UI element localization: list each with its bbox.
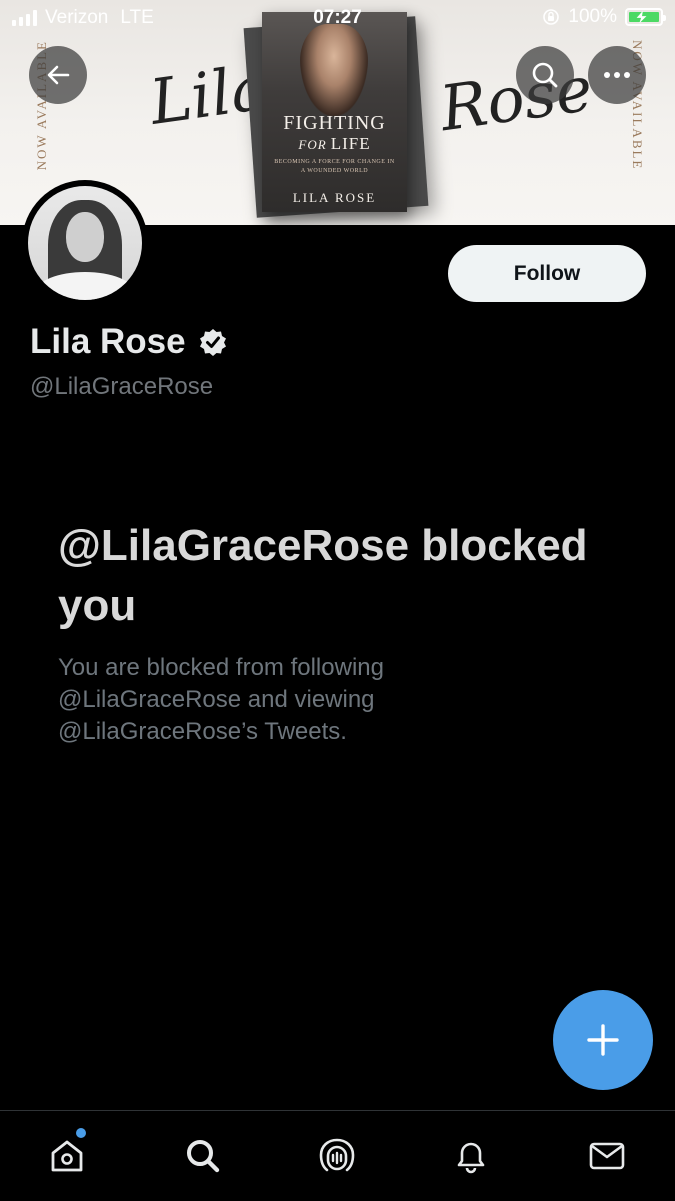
home-icon (51, 1140, 83, 1172)
profile-name: Lila Rose (30, 322, 186, 361)
verified-badge-icon (199, 329, 226, 356)
more-options-button[interactable] (588, 46, 646, 104)
tab-messages[interactable] (584, 1133, 630, 1179)
follow-button[interactable]: Follow (448, 245, 646, 302)
bottom-tab-bar (0, 1110, 675, 1201)
book-subtitle: FOR LIFE (262, 134, 407, 154)
plus-icon (587, 1024, 619, 1056)
blocked-description: You are blocked from following @LilaGrac… (58, 654, 384, 745)
spaces-icon (319, 1138, 355, 1172)
book-title: FIGHTING (283, 112, 386, 134)
tab-home[interactable] (44, 1133, 90, 1179)
compose-tweet-button[interactable] (553, 990, 653, 1090)
tab-notifications[interactable] (448, 1133, 494, 1179)
tab-search[interactable] (180, 1133, 226, 1179)
home-notification-dot (76, 1128, 86, 1138)
book-cover-photo (300, 24, 368, 116)
blocked-title: @LilaGraceRose blocked you (58, 521, 588, 630)
battery-percent: 100% (568, 6, 617, 27)
profile-avatar[interactable] (22, 180, 148, 306)
orientation-lock-icon (543, 9, 560, 25)
profile-handle: @LilaGraceRose (30, 373, 214, 400)
tab-spaces[interactable] (314, 1133, 360, 1179)
profile-name-row: Lila Rose (30, 322, 228, 362)
search-icon (187, 1140, 220, 1173)
book-author: LILA ROSE (292, 190, 377, 205)
status-bar: Verizon LTE 07:27 100% (0, 0, 675, 36)
book-title-life: LIFE (330, 134, 371, 153)
more-icon (604, 72, 630, 78)
search-profile-button[interactable] (516, 46, 574, 104)
arrow-left-icon (47, 65, 70, 85)
battery-icon (625, 8, 666, 26)
search-icon (532, 62, 558, 88)
status-right: 100% (542, 6, 666, 28)
back-button[interactable] (29, 46, 87, 104)
avatar-image (28, 186, 142, 300)
bell-icon (457, 1142, 485, 1174)
book-title-for: FOR (298, 137, 327, 152)
mail-icon (589, 1142, 625, 1170)
book-tagline: BECOMING A FORCE FOR CHANGE IN A WOUNDED… (274, 159, 395, 174)
book-cover: FIGHTING FOR LIFE BECOMING A FORCE FOR CH… (262, 12, 407, 212)
